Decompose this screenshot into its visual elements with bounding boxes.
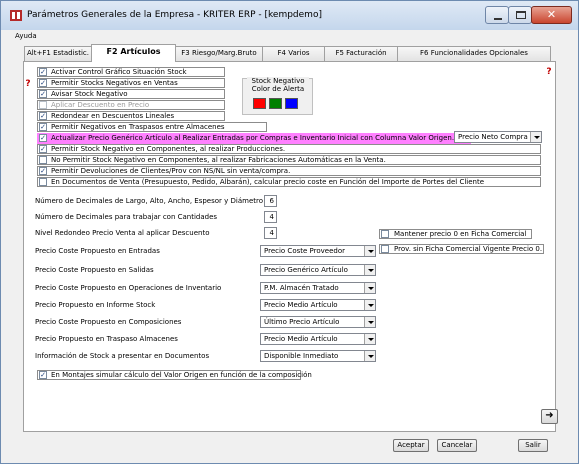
- option-label: Redondear en Descuentos Lineales: [51, 112, 175, 120]
- precio-coste-entradas-select[interactable]: Precio Coste Proveedor: [260, 245, 376, 257]
- option-label: Activar Control Gráfico Situación Stock: [51, 68, 187, 76]
- select-label: Precio Propuesto en Informe Stock: [35, 301, 156, 309]
- close-icon: ✕: [546, 8, 557, 21]
- precio-coste-salidas-select[interactable]: Precio Genérico Artículo: [260, 264, 376, 276]
- alert-color-swatch[interactable]: [253, 98, 266, 109]
- option-label: Permitir Devoluciones de Clientes/Prov c…: [51, 167, 291, 175]
- option-checkbox[interactable]: ✓: [39, 90, 47, 98]
- tab-articulos[interactable]: F2 Artículos: [91, 44, 176, 62]
- chevron-down-icon: [364, 246, 375, 256]
- select-value: Precio Medio Artículo: [264, 335, 338, 343]
- decimales-cantidades-input[interactable]: 4: [264, 211, 277, 223]
- chevron-down-icon: [364, 317, 375, 327]
- prov-sin-ficha-checkbox[interactable]: [381, 245, 389, 253]
- option-label: Actualizar Precio Genérico Artículo al R…: [51, 134, 455, 142]
- select-value: Precio Genérico Artículo: [264, 266, 348, 274]
- select-label: Información de Stock a presentar en Docu…: [35, 352, 210, 360]
- maximize-button[interactable]: [508, 6, 532, 24]
- select-value: P.M. Almacén Tratado: [264, 284, 339, 292]
- alert-color-swatch[interactable]: [285, 98, 298, 109]
- decimales-label: Número de Decimales para trabajar con Ca…: [35, 213, 218, 221]
- select-label: Precio Coste Propuesto en Composiciones: [35, 318, 182, 326]
- informacion-stock-select[interactable]: Disponible Inmediato: [260, 350, 376, 362]
- info-icon-right[interactable]: ?: [545, 68, 553, 77]
- main-window: Parámetros Generales de la Empresa - KRI…: [0, 0, 579, 464]
- option-checkbox[interactable]: ✓: [39, 123, 47, 131]
- minimize-icon: [494, 18, 502, 20]
- option-label: Avisar Stock Negativo: [51, 90, 128, 98]
- option-checkbox[interactable]: [39, 156, 47, 164]
- option-checkbox[interactable]: [39, 178, 47, 186]
- mantener-precio-checkbox[interactable]: [381, 230, 389, 238]
- select-label: Precio Coste Propuesto en Salidas: [35, 266, 154, 274]
- tab-estadistic[interactable]: Alt+F1 Estadistic.: [24, 46, 92, 61]
- tab-panel-articulos: ? ? ✓ Activar Control Gráfico Situación …: [23, 61, 556, 452]
- alert-color-swatch[interactable]: [269, 98, 282, 109]
- select-label: Precio Coste Propuesto en Entradas: [35, 247, 160, 255]
- menu-bar: Ayuda: [5, 31, 576, 43]
- cancelar-button[interactable]: Cancelar: [437, 439, 477, 452]
- menu-ayuda[interactable]: Ayuda: [15, 32, 37, 40]
- select-label: Precio Coste Propuesto en Operaciones de…: [35, 284, 222, 292]
- option-label: Permitir Negativos en Traspasos entre Al…: [51, 123, 225, 131]
- window-title: Parámetros Generales de la Empresa - KRI…: [27, 10, 322, 20]
- title-bar[interactable]: Parámetros Generales de la Empresa - KRI…: [1, 1, 578, 30]
- option-label: En Documentos de Venta (Presupuesto, Ped…: [51, 178, 485, 186]
- maximize-icon: [516, 11, 526, 19]
- chevron-down-icon: [364, 283, 375, 293]
- prov-sin-ficha-label: Prov. sin Ficha Comercial Vigente Precio…: [394, 245, 543, 253]
- option-checkbox[interactable]: ✓: [39, 68, 47, 76]
- stock-negativo-group: Stock Negativo Color de Alerta: [242, 77, 313, 115]
- montajes-checkbox[interactable]: ✓: [39, 371, 47, 379]
- option-checkbox[interactable]: ✓: [39, 145, 47, 153]
- option-checkbox[interactable]: ✓: [39, 167, 47, 175]
- decimales-label: Nivel Redondeo Precio Venta al aplicar D…: [35, 229, 210, 237]
- aceptar-button[interactable]: Aceptar: [393, 439, 429, 452]
- mantener-precio-label: Mantener precio 0 en Ficha Comercial: [394, 230, 527, 238]
- select-value: Precio Medio Artículo: [264, 301, 338, 309]
- option-checkbox[interactable]: ✓: [39, 134, 47, 142]
- option-label: Permitir Stock Negativo en Componentes, …: [51, 145, 286, 153]
- option-label: No Permitir Stock Negativo en Componente…: [51, 156, 386, 164]
- option-checkbox[interactable]: ✓: [39, 112, 47, 120]
- chevron-down-icon: [364, 351, 375, 361]
- option-label: Aplicar Descuento en Precio: [51, 101, 150, 109]
- option-label: Permitir Stocks Negativos en Ventas: [51, 79, 178, 87]
- tab-varios[interactable]: F4 Varios: [262, 46, 325, 61]
- app-icon: [10, 10, 22, 21]
- montajes-label: En Montajes simular cálculo del Valor Or…: [51, 371, 312, 379]
- option-checkbox[interactable]: ✓: [39, 79, 47, 87]
- decimales-dimensiones-input[interactable]: 6: [264, 195, 277, 207]
- salir-button[interactable]: Salir: [518, 439, 548, 452]
- decimales-label: Número de Decimales de Largo, Alto, Anch…: [35, 197, 263, 205]
- redondeo-input[interactable]: 4: [264, 227, 277, 239]
- tab-facturacion[interactable]: F5 Facturación: [324, 46, 398, 61]
- minimize-button[interactable]: [485, 6, 509, 24]
- chevron-down-icon: [364, 300, 375, 310]
- tab-riesgo[interactable]: F3 Riesgo/Marg.Bruto: [175, 46, 263, 61]
- chevron-down-icon: [364, 265, 375, 275]
- stock-negativo-title: Stock Negativo Color de Alerta: [247, 77, 309, 93]
- precio-coste-inventario-select[interactable]: P.M. Almacén Tratado: [260, 282, 376, 294]
- precio-neto-compra-select[interactable]: Precio Neto Compra: [454, 131, 542, 143]
- precio-informe-stock-select[interactable]: Precio Medio Artículo: [260, 299, 376, 311]
- precio-composiciones-select[interactable]: Último Precio Artículo: [260, 316, 376, 328]
- select-value: Disponible Inmediato: [264, 352, 339, 360]
- chevron-down-icon: [364, 334, 375, 344]
- next-arrow-button[interactable]: ➜: [541, 409, 558, 424]
- arrow-right-icon: ➜: [545, 410, 554, 421]
- option-checkbox[interactable]: [39, 101, 47, 109]
- tab-funcionalidades[interactable]: F6 Funcionalidades Opcionales: [397, 46, 551, 61]
- close-button[interactable]: ✕: [531, 6, 572, 24]
- precio-traspaso-select[interactable]: Precio Medio Artículo: [260, 333, 376, 345]
- chevron-down-icon: [530, 132, 541, 142]
- select-value: Precio Coste Proveedor: [264, 247, 345, 255]
- select-label: Precio Propuesto en Traspaso Almacenes: [35, 335, 178, 343]
- select-value: Último Precio Artículo: [264, 318, 340, 326]
- info-icon-left[interactable]: ?: [24, 80, 32, 89]
- select-value: Precio Neto Compra: [458, 133, 528, 141]
